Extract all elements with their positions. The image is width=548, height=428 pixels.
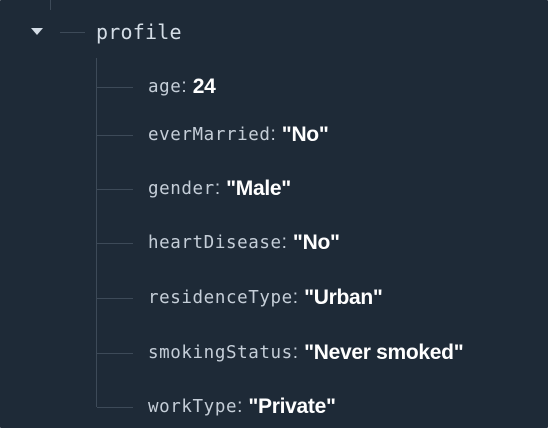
field-key: residenceType: [148, 288, 293, 308]
field-value[interactable]: "No": [282, 123, 329, 147]
field-value[interactable]: "Urban": [304, 286, 383, 310]
tree-connector: [97, 242, 133, 244]
field-key: everMarried: [148, 125, 271, 145]
field-colon: :: [270, 124, 276, 145]
field-key: smokingStatus: [148, 343, 293, 363]
field-row-age[interactable]: age: 24: [97, 69, 216, 105]
field-value[interactable]: "Never smoked": [304, 341, 464, 365]
field-value[interactable]: "Male": [226, 177, 291, 201]
tree-connector: [97, 86, 133, 88]
field-colon: :: [214, 178, 221, 199]
field-value[interactable]: "Private": [248, 395, 336, 419]
field-row-residencetype[interactable]: residenceType: "Urban": [97, 280, 383, 316]
field-value[interactable]: 24: [193, 75, 216, 99]
json-tree-panel: profile age: 24 everMarried: "No" gender…: [0, 0, 548, 428]
field-key: age: [148, 77, 182, 97]
field-colon: :: [237, 396, 243, 417]
tree-connector: [97, 352, 133, 354]
field-row-heartdisease[interactable]: heartDisease: "No": [97, 225, 340, 261]
node-key-label: profile: [96, 20, 182, 44]
field-key: workType: [148, 397, 238, 417]
tree-node-profile[interactable]: profile: [28, 14, 182, 50]
tree-connector: [60, 31, 85, 33]
field-row-worktype[interactable]: workType: "Private": [97, 389, 336, 425]
field-key: heartDisease: [148, 233, 282, 253]
field-row-gender[interactable]: gender: "Male": [97, 171, 291, 207]
field-row-smokingstatus[interactable]: smokingStatus: "Never smoked": [97, 335, 464, 371]
tree-connector: [97, 297, 133, 299]
tree-connector: [97, 188, 133, 190]
field-colon: :: [181, 76, 187, 97]
field-row-evermarried[interactable]: everMarried: "No": [97, 117, 329, 153]
field-colon: :: [292, 342, 299, 363]
field-colon: :: [292, 287, 299, 308]
caret-down-icon[interactable]: [28, 23, 46, 41]
field-colon: :: [281, 232, 287, 253]
tree-connector: [97, 134, 133, 136]
tree-connector: [97, 406, 133, 408]
tree-guide-line: [50, 0, 51, 10]
field-key: gender: [148, 179, 215, 199]
field-value[interactable]: "No": [293, 231, 340, 255]
